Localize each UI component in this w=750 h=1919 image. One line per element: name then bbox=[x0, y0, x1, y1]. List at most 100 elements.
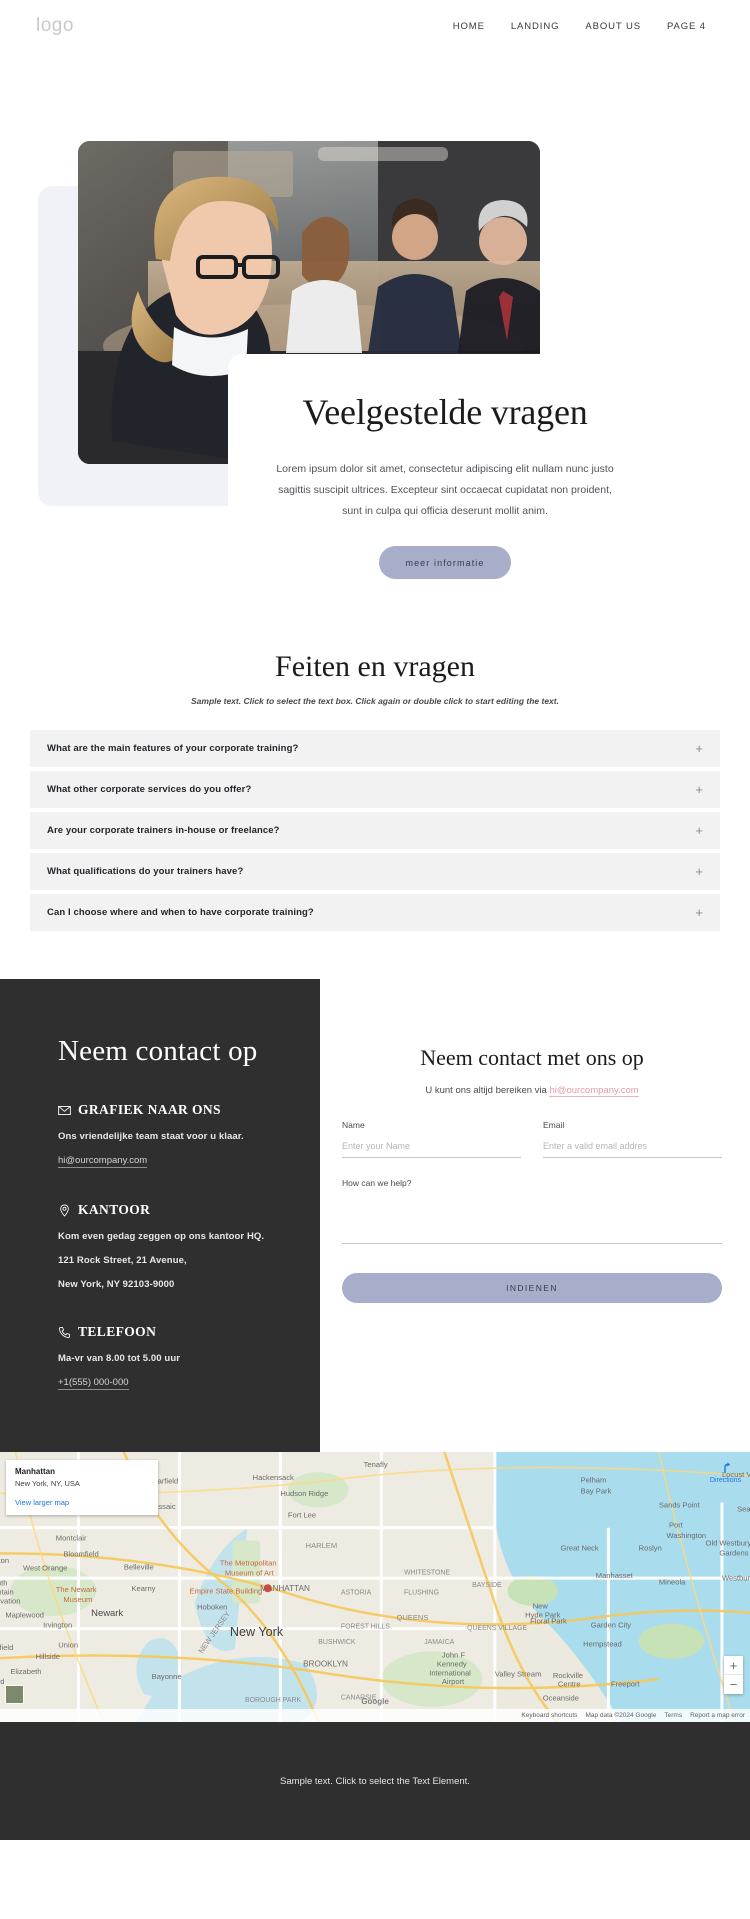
map-label: Gardens bbox=[719, 1548, 748, 1557]
directions-button[interactable]: Directions bbox=[710, 1461, 741, 1484]
faq-item[interactable]: Can I choose where and when to have corp… bbox=[30, 894, 720, 931]
google-watermark: Google bbox=[361, 1697, 389, 1706]
map-place-name: Manhattan bbox=[15, 1467, 55, 1476]
nav-item-about-us[interactable]: ABOUT US bbox=[585, 21, 641, 32]
map-label: Garden City bbox=[591, 1620, 632, 1629]
faq-item[interactable]: What qualifications do your trainers hav… bbox=[30, 853, 720, 890]
map-label: FLUSHING bbox=[404, 1590, 439, 1597]
form-title: Neem contact met ons op bbox=[420, 1045, 644, 1070]
faq-question: Are your corporate trainers in-house or … bbox=[47, 825, 280, 836]
message-textarea[interactable] bbox=[342, 1194, 722, 1244]
hero-section: Veelgestelde vragen Lorem ipsum dolor si… bbox=[0, 70, 750, 606]
map-label: New York bbox=[230, 1625, 284, 1639]
faq-item[interactable]: What are the main features of your corpo… bbox=[30, 730, 720, 767]
faq-title: Feiten en vragen bbox=[275, 650, 475, 683]
map-label: Museum bbox=[63, 1595, 92, 1604]
page-root: logo HOME LANDING ABOUT US PAGE 4 Veelge… bbox=[0, 0, 750, 1840]
directions-label: Directions bbox=[709, 1477, 741, 1484]
site-logo[interactable]: logo bbox=[36, 15, 74, 37]
field-email: Email bbox=[543, 1120, 722, 1158]
email-label: Email bbox=[543, 1120, 565, 1130]
nav-item-page-4[interactable]: PAGE 4 bbox=[667, 21, 706, 32]
map-label: Airport bbox=[442, 1677, 465, 1686]
map-label: Port bbox=[669, 1521, 684, 1530]
plus-icon[interactable]: + bbox=[695, 824, 703, 837]
nav-item-landing[interactable]: LANDING bbox=[511, 21, 560, 32]
map-label: Hempstead bbox=[583, 1639, 622, 1648]
map-label: Montclair bbox=[56, 1533, 87, 1542]
zoom-in-button[interactable]: + bbox=[724, 1656, 743, 1675]
map-label: QUEENS VILLAGE bbox=[467, 1625, 527, 1632]
plus-icon[interactable]: + bbox=[695, 742, 703, 755]
plus-icon[interactable]: + bbox=[695, 906, 703, 919]
map-label: QUEENS bbox=[396, 1613, 428, 1622]
map-label: Elizabeth bbox=[10, 1667, 41, 1676]
map-label: Fort Lee bbox=[288, 1511, 316, 1520]
map-label: Westbury bbox=[722, 1574, 750, 1583]
site-header: logo HOME LANDING ABOUT US PAGE 4 bbox=[0, 0, 750, 52]
map-label: JAMAICA bbox=[424, 1639, 454, 1646]
contact-block-heading: TELEFOON bbox=[78, 1324, 157, 1339]
hero-card: Veelgestelde vragen Lorem ipsum dolor si… bbox=[228, 354, 662, 606]
map-label: HARLEM bbox=[306, 1541, 338, 1550]
map-label: Kearny bbox=[131, 1584, 155, 1593]
contact-block-email: GRAFIEK NAAR ONS Ons vriendelijke team s… bbox=[58, 1102, 320, 1168]
name-input[interactable] bbox=[342, 1138, 521, 1158]
map-label: WHITESTONE bbox=[404, 1569, 450, 1576]
submit-wrapper: INDIENEN bbox=[342, 1273, 722, 1303]
email-link[interactable]: hi@ourcompany.com bbox=[58, 1155, 148, 1168]
contact-form-panel: Neem contact met ons op U kunt ons altij… bbox=[320, 979, 750, 1452]
report-map-error-link[interactable]: Report a map error bbox=[690, 1712, 745, 1719]
map-street-view-thumbnail[interactable] bbox=[5, 1685, 24, 1704]
terms-link[interactable]: Terms bbox=[664, 1712, 682, 1719]
map-label: Empire State Building bbox=[190, 1586, 263, 1595]
phone-icon bbox=[59, 1326, 70, 1338]
map-label: MANHATTAN bbox=[260, 1584, 310, 1593]
map-zoom-controls[interactable]: + − bbox=[724, 1656, 743, 1694]
faq-item[interactable]: What other corporate services do you off… bbox=[30, 771, 720, 808]
map-label: Pelham bbox=[581, 1475, 607, 1484]
map-label: South bbox=[0, 1579, 7, 1588]
submit-button[interactable]: INDIENEN bbox=[342, 1273, 722, 1303]
location-pin-icon bbox=[60, 1204, 69, 1217]
keyboard-shortcuts-link[interactable]: Keyboard shortcuts bbox=[521, 1712, 577, 1719]
contact-block-phone: TELEFOON Ma-vr van 8.00 tot 5.00 uur +1(… bbox=[58, 1324, 320, 1390]
map-embed[interactable]: Hackensack Garfield Tenafly Pelham Bay Park L… bbox=[0, 1452, 750, 1722]
map-label: Belleville bbox=[124, 1562, 154, 1571]
faq-item[interactable]: Are your corporate trainers in-house or … bbox=[30, 812, 720, 849]
map-label: New bbox=[533, 1601, 549, 1610]
map-label: Cranford bbox=[0, 1677, 4, 1686]
map-label: Hudson Ridge bbox=[280, 1489, 328, 1498]
faq-question: What other corporate services do you off… bbox=[47, 784, 252, 795]
phone-link[interactable]: +1(555) 000-000 bbox=[58, 1377, 129, 1390]
plus-icon[interactable]: + bbox=[695, 783, 703, 796]
contact-line: Ma-vr van 8.00 tot 5.00 uur bbox=[58, 1353, 181, 1364]
contact-line: Ons vriendelijke team staat voor u klaar… bbox=[58, 1131, 244, 1142]
form-row-name-email: Name Email bbox=[342, 1120, 722, 1158]
map-info-card[interactable]: Manhattan New York, NY, USA View larger … bbox=[6, 1460, 158, 1515]
faq-subtitle: Sample text. Click to select the text bo… bbox=[191, 696, 559, 706]
faq-question: Can I choose where and when to have corp… bbox=[47, 907, 314, 918]
contact-block-heading-row: TELEFOON bbox=[58, 1324, 320, 1340]
more-information-button[interactable]: meer informatie bbox=[379, 546, 511, 580]
map-label: ASTORIA bbox=[341, 1590, 372, 1597]
form-email-link[interactable]: hi@ourcompany.com bbox=[549, 1085, 639, 1097]
contact-title: Neem contact op bbox=[58, 1035, 258, 1067]
nav-item-home[interactable]: HOME bbox=[453, 21, 485, 32]
envelope-icon bbox=[58, 1105, 71, 1115]
site-footer: Sample text. Click to select the Text El… bbox=[0, 1722, 750, 1840]
map-label: Museum of Art bbox=[225, 1569, 275, 1578]
map-label: Oceanside bbox=[543, 1694, 579, 1703]
zoom-out-button[interactable]: − bbox=[724, 1675, 743, 1694]
contact-info-panel: Neem contact op GRAFIEK NAAR ONS Ons vri… bbox=[0, 979, 320, 1452]
plus-icon[interactable]: + bbox=[695, 865, 703, 878]
view-larger-map-link[interactable]: View larger map bbox=[15, 1498, 149, 1507]
faq-question: What qualifications do your trainers hav… bbox=[47, 866, 244, 877]
main-navigation: HOME LANDING ABOUT US PAGE 4 bbox=[453, 21, 714, 32]
map-label: Maplewood bbox=[5, 1610, 44, 1619]
map-label: Washington bbox=[666, 1531, 706, 1540]
footer-text: Sample text. Click to select the Text El… bbox=[280, 1775, 470, 1787]
map-label: FOREST HILLS bbox=[341, 1624, 390, 1631]
map-label: Old Westbury bbox=[706, 1538, 750, 1547]
email-input[interactable] bbox=[543, 1138, 722, 1158]
